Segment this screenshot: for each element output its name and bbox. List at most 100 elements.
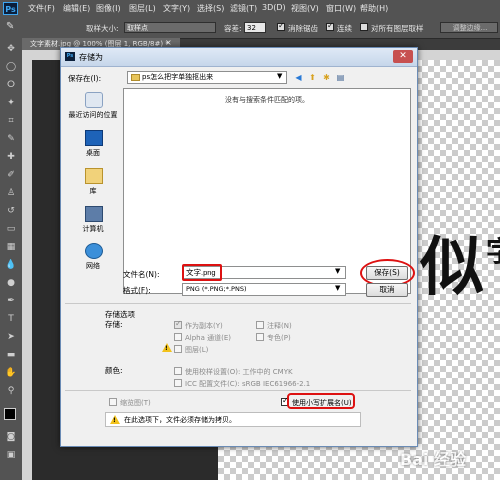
menu-file[interactable]: 文件(F)	[28, 3, 55, 14]
contiguous-checkbox[interactable]	[326, 21, 334, 31]
color-label: 颜色:	[105, 366, 123, 375]
library-icon[interactable]	[85, 168, 103, 184]
screen-mode-icon[interactable]: ▣	[5, 450, 17, 460]
foreground-color-swatch[interactable]	[4, 408, 16, 420]
save-as-dialog: Ps 存储为 ✕ 保存在(I): ps怎么把字单独抠出来 ▼ ◀ ⬆ ✱ ▤ 最…	[60, 47, 418, 447]
place-library-label[interactable]: 库	[65, 186, 121, 196]
tools-panel: ✥ ◯ ⵔ ✦ ⌗ ✎ ✚ ✐ ♙ ↺ ▭ ▦ 💧 ● ✒ T ➤ ▬ ✋ ⚲ …	[0, 38, 23, 480]
lasso-tool-icon[interactable]: ⵔ	[5, 80, 17, 90]
menu-window[interactable]: 窗口(W)	[326, 3, 356, 14]
layers-checkbox[interactable]	[174, 345, 182, 353]
menu-image[interactable]: 图像(I)	[96, 3, 121, 14]
computer-icon[interactable]	[85, 206, 103, 222]
chevron-down-icon[interactable]: ▼	[335, 284, 340, 292]
magic-wand-tool-icon[interactable]: ✦	[5, 98, 17, 108]
tolerance-input[interactable]: 32	[244, 22, 266, 33]
photoshop-logo: Ps	[3, 2, 18, 15]
alpha-checkbox[interactable]	[174, 333, 182, 341]
up-folder-icon[interactable]: ⬆	[307, 72, 318, 83]
menu-3d[interactable]: 3D(D)	[262, 3, 286, 12]
network-icon[interactable]	[85, 243, 103, 259]
spot-label: 专色(P)	[267, 334, 291, 342]
history-brush-tool-icon[interactable]: ↺	[5, 206, 17, 216]
place-recent-label[interactable]: 最近访问的位置	[65, 110, 121, 120]
place-computer-label[interactable]: 计算机	[65, 224, 121, 234]
refine-edge-button[interactable]: 调整边缘...	[440, 22, 498, 33]
healing-tool-icon[interactable]: ✚	[5, 152, 17, 162]
dodge-tool-icon[interactable]: ●	[5, 278, 17, 288]
zoom-tool-icon[interactable]: ⚲	[5, 386, 17, 396]
thumbnail-label: 缩览图(T)	[120, 399, 151, 407]
back-icon[interactable]: ◀	[293, 72, 304, 83]
menu-type[interactable]: 文字(Y)	[163, 3, 190, 14]
ruler-vertical	[22, 60, 32, 480]
eraser-tool-icon[interactable]: ▭	[5, 224, 17, 234]
move-tool-icon[interactable]: ✥	[5, 44, 17, 54]
format-select[interactable]: PNG (*.PNG;*.PNS)	[182, 283, 346, 296]
eyedropper-tool-icon[interactable]: ✎	[5, 134, 17, 144]
path-select-tool-icon[interactable]: ➤	[5, 332, 17, 342]
marquee-tool-icon[interactable]: ◯	[5, 62, 17, 72]
spot-checkbox[interactable]	[256, 333, 264, 341]
tolerance-label: 容差:	[224, 24, 242, 33]
menu-select[interactable]: 选择(S)	[197, 3, 224, 14]
photoshop-icon: Ps	[65, 52, 75, 61]
canvas-artwork-partial: 字	[486, 230, 500, 270]
sample-size-label: 取样大小:	[86, 24, 119, 33]
all-layers-label: 对所有图层取样	[371, 24, 424, 33]
proof-setup-label: 使用校样设置(O): 工作中的 CMYK	[185, 368, 293, 376]
place-desktop-label[interactable]: 桌面	[65, 148, 121, 158]
annotation-highlight-extension	[287, 393, 355, 409]
sample-size-select[interactable]: 取样点	[124, 22, 216, 33]
menu-layer[interactable]: 图层(L)	[129, 3, 156, 14]
annotation-highlight-filename	[182, 264, 222, 281]
brush-tool-icon[interactable]: ✐	[5, 170, 17, 180]
notice-text: 在此选项下，文件必须存储为拷贝。	[124, 416, 236, 424]
notes-checkbox[interactable]	[256, 321, 264, 329]
contiguous-label: 连续	[337, 24, 352, 33]
alpha-label: Alpha 通道(E)	[185, 334, 232, 342]
menu-help[interactable]: 帮助(H)	[360, 3, 388, 14]
save-in-select[interactable]: ps怎么把字单独抠出来	[127, 71, 287, 84]
layers-label: 图层(L)	[185, 346, 209, 354]
shape-tool-icon[interactable]: ▬	[5, 350, 17, 360]
notes-label: 注释(N)	[267, 322, 292, 330]
blur-tool-icon[interactable]: 💧	[5, 260, 17, 270]
cancel-button[interactable]: 取消	[366, 283, 408, 297]
proof-setup-checkbox[interactable]	[174, 367, 182, 375]
icc-profile-checkbox[interactable]	[174, 379, 182, 387]
gradient-tool-icon[interactable]: ▦	[5, 242, 17, 252]
eyedropper-icon[interactable]: ✎	[6, 21, 14, 32]
close-icon[interactable]: ✕	[393, 50, 413, 63]
chevron-down-icon[interactable]: ▼	[335, 267, 340, 275]
stamp-tool-icon[interactable]: ♙	[5, 188, 17, 198]
format-label: 格式(F):	[123, 286, 151, 295]
as-copy-checkbox[interactable]	[174, 319, 182, 329]
icc-profile-label: ICC 配置文件(C): sRGB IEC61966-2.1	[185, 380, 311, 388]
pen-tool-icon[interactable]: ✒	[5, 296, 17, 306]
recent-places-icon[interactable]	[85, 92, 103, 108]
menu-edit[interactable]: 编辑(E)	[63, 3, 90, 14]
as-copy-label: 作为副本(Y)	[185, 322, 223, 330]
hand-tool-icon[interactable]: ✋	[5, 368, 17, 378]
empty-message: 没有与搜索条件匹配的项。	[225, 96, 309, 104]
warning-mark: !	[165, 345, 168, 352]
antialias-checkbox[interactable]	[277, 21, 285, 31]
thumbnail-checkbox[interactable]	[109, 398, 117, 406]
view-menu-icon[interactable]: ▤	[335, 72, 346, 83]
chevron-down-icon[interactable]: ▼	[277, 72, 282, 80]
all-layers-checkbox[interactable]	[360, 23, 368, 31]
menu-view[interactable]: 视图(V)	[291, 3, 319, 14]
new-folder-icon[interactable]: ✱	[321, 72, 332, 83]
menu-filter[interactable]: 滤镜(T)	[230, 3, 257, 14]
type-tool-icon[interactable]: T	[5, 314, 17, 324]
save-in-label: 保存在(I):	[68, 74, 102, 83]
place-network-label[interactable]: 网络	[65, 261, 121, 271]
desktop-icon[interactable]	[85, 130, 103, 146]
watermark: Bai 经验	[400, 450, 467, 469]
dialog-titlebar[interactable]	[61, 48, 417, 67]
crop-tool-icon[interactable]: ⌗	[5, 116, 17, 126]
quick-mask-icon[interactable]: ◙	[5, 432, 17, 442]
antialias-label: 消除锯齿	[288, 24, 318, 33]
document-close-icon[interactable]: ×	[165, 38, 172, 47]
